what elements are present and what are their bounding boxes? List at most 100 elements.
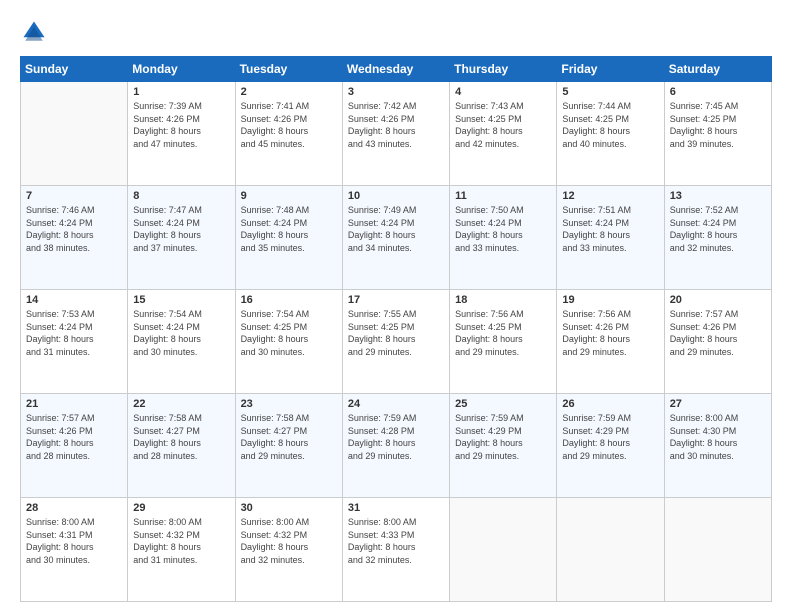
day-info: Sunrise: 7:42 AM Sunset: 4:26 PM Dayligh… <box>348 100 444 150</box>
day-number: 26 <box>562 398 658 410</box>
day-info: Sunrise: 7:59 AM Sunset: 4:28 PM Dayligh… <box>348 412 444 462</box>
day-info: Sunrise: 7:59 AM Sunset: 4:29 PM Dayligh… <box>455 412 551 462</box>
day-info: Sunrise: 7:45 AM Sunset: 4:25 PM Dayligh… <box>670 100 766 150</box>
calendar-cell: 8 Sunrise: 7:47 AM Sunset: 4:24 PM Daylig… <box>128 186 235 290</box>
day-info: Sunrise: 7:51 AM Sunset: 4:24 PM Dayligh… <box>562 204 658 254</box>
day-number: 22 <box>133 398 229 410</box>
calendar-cell: 10 Sunrise: 7:49 AM Sunset: 4:24 PM Dayli… <box>342 186 449 290</box>
day-number: 23 <box>241 398 337 410</box>
day-number: 14 <box>26 294 122 306</box>
calendar-cell: 23 Sunrise: 7:58 AM Sunset: 4:27 PM Dayli… <box>235 394 342 498</box>
calendar-cell: 7 Sunrise: 7:46 AM Sunset: 4:24 PM Daylig… <box>21 186 128 290</box>
generalblue-logo-icon <box>20 18 48 46</box>
day-number: 29 <box>133 502 229 514</box>
logo <box>20 18 50 46</box>
day-number: 18 <box>455 294 551 306</box>
day-number: 4 <box>455 86 551 98</box>
day-number: 13 <box>670 190 766 202</box>
day-info: Sunrise: 7:49 AM Sunset: 4:24 PM Dayligh… <box>348 204 444 254</box>
day-info: Sunrise: 7:48 AM Sunset: 4:24 PM Dayligh… <box>241 204 337 254</box>
calendar-cell: 16 Sunrise: 7:54 AM Sunset: 4:25 PM Dayli… <box>235 290 342 394</box>
day-info: Sunrise: 7:47 AM Sunset: 4:24 PM Dayligh… <box>133 204 229 254</box>
day-number: 24 <box>348 398 444 410</box>
day-number: 1 <box>133 86 229 98</box>
day-info: Sunrise: 7:58 AM Sunset: 4:27 PM Dayligh… <box>241 412 337 462</box>
day-number: 25 <box>455 398 551 410</box>
day-number: 11 <box>455 190 551 202</box>
day-number: 7 <box>26 190 122 202</box>
calendar-cell: 9 Sunrise: 7:48 AM Sunset: 4:24 PM Daylig… <box>235 186 342 290</box>
calendar-cell: 27 Sunrise: 8:00 AM Sunset: 4:30 PM Dayli… <box>664 394 771 498</box>
day-info: Sunrise: 7:46 AM Sunset: 4:24 PM Dayligh… <box>26 204 122 254</box>
day-number: 20 <box>670 294 766 306</box>
calendar-cell <box>664 498 771 602</box>
day-info: Sunrise: 7:44 AM Sunset: 4:25 PM Dayligh… <box>562 100 658 150</box>
day-info: Sunrise: 8:00 AM Sunset: 4:31 PM Dayligh… <box>26 516 122 566</box>
day-info: Sunrise: 7:54 AM Sunset: 4:24 PM Dayligh… <box>133 308 229 358</box>
day-number: 21 <box>26 398 122 410</box>
calendar-cell: 11 Sunrise: 7:50 AM Sunset: 4:24 PM Dayli… <box>450 186 557 290</box>
day-number: 6 <box>670 86 766 98</box>
day-info: Sunrise: 7:53 AM Sunset: 4:24 PM Dayligh… <box>26 308 122 358</box>
calendar-cell: 26 Sunrise: 7:59 AM Sunset: 4:29 PM Dayli… <box>557 394 664 498</box>
day-info: Sunrise: 7:39 AM Sunset: 4:26 PM Dayligh… <box>133 100 229 150</box>
calendar-cell: 14 Sunrise: 7:53 AM Sunset: 4:24 PM Dayli… <box>21 290 128 394</box>
day-number: 28 <box>26 502 122 514</box>
calendar-cell <box>557 498 664 602</box>
day-number: 3 <box>348 86 444 98</box>
calendar-cell: 19Sunrise: 7:56 AM Sunset: 4:26 PM Dayli… <box>557 290 664 394</box>
day-number: 10 <box>348 190 444 202</box>
calendar-cell: 17Sunrise: 7:55 AM Sunset: 4:25 PM Dayli… <box>342 290 449 394</box>
day-number: 12 <box>562 190 658 202</box>
day-number: 31 <box>348 502 444 514</box>
calendar-cell <box>450 498 557 602</box>
calendar-cell: 22 Sunrise: 7:58 AM Sunset: 4:27 PM Dayli… <box>128 394 235 498</box>
calendar-cell: 4 Sunrise: 7:43 AM Sunset: 4:25 PM Daylig… <box>450 82 557 186</box>
day-info: Sunrise: 7:54 AM Sunset: 4:25 PM Dayligh… <box>241 308 337 358</box>
calendar-cell: 5Sunrise: 7:44 AM Sunset: 4:25 PM Daylig… <box>557 82 664 186</box>
calendar-cell: 21Sunrise: 7:57 AM Sunset: 4:26 PM Dayli… <box>21 394 128 498</box>
day-info: Sunrise: 7:41 AM Sunset: 4:26 PM Dayligh… <box>241 100 337 150</box>
day-number: 27 <box>670 398 766 410</box>
calendar-cell: 25 Sunrise: 7:59 AM Sunset: 4:29 PM Dayli… <box>450 394 557 498</box>
calendar-cell: 28 Sunrise: 8:00 AM Sunset: 4:31 PM Dayli… <box>21 498 128 602</box>
day-info: Sunrise: 7:50 AM Sunset: 4:24 PM Dayligh… <box>455 204 551 254</box>
calendar-table: SundayMondayTuesdayWednesdayThursdayFrid… <box>20 56 772 602</box>
day-info: Sunrise: 8:00 AM Sunset: 4:30 PM Dayligh… <box>670 412 766 462</box>
day-info: Sunrise: 7:56 AM Sunset: 4:25 PM Dayligh… <box>455 308 551 358</box>
day-number: 15 <box>133 294 229 306</box>
page: SundayMondayTuesdayWednesdayThursdayFrid… <box>0 0 792 612</box>
day-number: 9 <box>241 190 337 202</box>
calendar-cell: 3 Sunrise: 7:42 AM Sunset: 4:26 PM Daylig… <box>342 82 449 186</box>
day-info: Sunrise: 8:00 AM Sunset: 4:32 PM Dayligh… <box>241 516 337 566</box>
calendar-cell: 31Sunrise: 8:00 AM Sunset: 4:33 PM Dayli… <box>342 498 449 602</box>
calendar-cell: 30 Sunrise: 8:00 AM Sunset: 4:32 PM Dayli… <box>235 498 342 602</box>
day-info: Sunrise: 7:56 AM Sunset: 4:26 PM Dayligh… <box>562 308 658 358</box>
calendar-cell: 2 Sunrise: 7:41 AM Sunset: 4:26 PM Daylig… <box>235 82 342 186</box>
day-info: Sunrise: 7:57 AM Sunset: 4:26 PM Dayligh… <box>670 308 766 358</box>
calendar-cell: 18 Sunrise: 7:56 AM Sunset: 4:25 PM Dayli… <box>450 290 557 394</box>
calendar-cell: 1 Sunrise: 7:39 AM Sunset: 4:26 PM Daylig… <box>128 82 235 186</box>
calendar-cell: 13 Sunrise: 7:52 AM Sunset: 4:24 PM Dayli… <box>664 186 771 290</box>
header <box>20 18 772 46</box>
day-number: 16 <box>241 294 337 306</box>
weekday-header-saturday: Saturday <box>664 57 771 82</box>
day-info: Sunrise: 7:55 AM Sunset: 4:25 PM Dayligh… <box>348 308 444 358</box>
weekday-header-wednesday: Wednesday <box>342 57 449 82</box>
day-info: Sunrise: 7:59 AM Sunset: 4:29 PM Dayligh… <box>562 412 658 462</box>
day-number: 30 <box>241 502 337 514</box>
calendar-cell: 15 Sunrise: 7:54 AM Sunset: 4:24 PM Dayli… <box>128 290 235 394</box>
weekday-header-sunday: Sunday <box>21 57 128 82</box>
day-number: 8 <box>133 190 229 202</box>
calendar-cell: 6 Sunrise: 7:45 AM Sunset: 4:25 PM Daylig… <box>664 82 771 186</box>
calendar-cell: 12 Sunrise: 7:51 AM Sunset: 4:24 PM Dayli… <box>557 186 664 290</box>
day-number: 2 <box>241 86 337 98</box>
day-info: Sunrise: 7:58 AM Sunset: 4:27 PM Dayligh… <box>133 412 229 462</box>
calendar-cell: 29Sunrise: 8:00 AM Sunset: 4:32 PM Dayli… <box>128 498 235 602</box>
calendar-cell <box>21 82 128 186</box>
weekday-header-tuesday: Tuesday <box>235 57 342 82</box>
weekday-header-monday: Monday <box>128 57 235 82</box>
day-info: Sunrise: 7:52 AM Sunset: 4:24 PM Dayligh… <box>670 204 766 254</box>
calendar-cell: 24 Sunrise: 7:59 AM Sunset: 4:28 PM Dayli… <box>342 394 449 498</box>
day-info: Sunrise: 7:43 AM Sunset: 4:25 PM Dayligh… <box>455 100 551 150</box>
